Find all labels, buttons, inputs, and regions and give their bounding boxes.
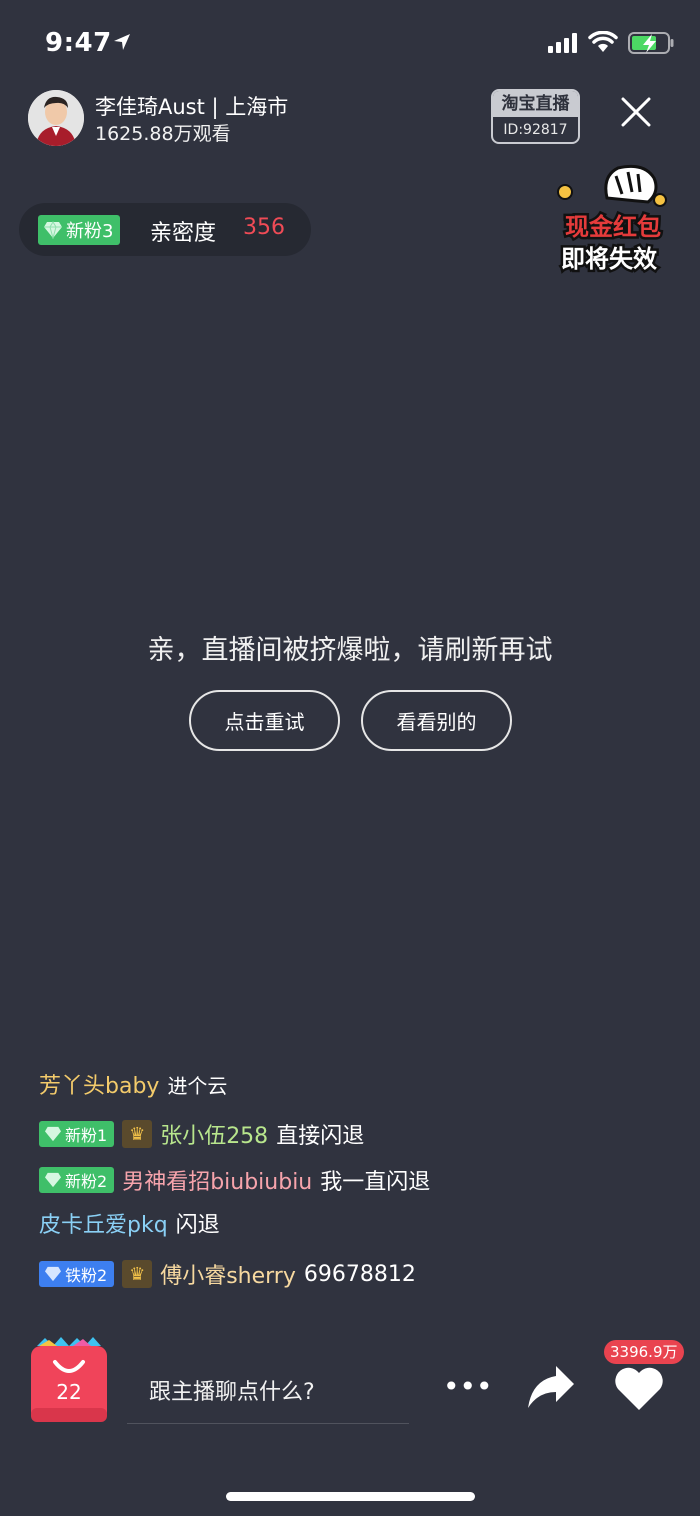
host-avatar[interactable]: [28, 90, 84, 146]
chat-text: 直接闪退: [276, 1124, 365, 1149]
chat-message: 新粉2 男神看招biubiubiu 我一直闪退: [39, 1164, 430, 1196]
close-icon[interactable]: [618, 94, 654, 130]
promo-line1: 现金红包: [565, 213, 661, 241]
intimacy-label: 亲密度: [150, 221, 217, 246]
gem-icon: [45, 1126, 61, 1142]
cash-red-envelope-promo[interactable]: 现金红包 即将失效: [552, 162, 674, 280]
gem-icon: [45, 1172, 61, 1188]
gem-icon: [45, 1266, 61, 1282]
chat-username[interactable]: 傅小睿sherry: [160, 1258, 296, 1290]
chat-text: 69678812: [303, 1261, 416, 1287]
fan-level-label: 新粉3: [66, 221, 114, 242]
fan-level-label: 铁粉2: [65, 1266, 108, 1285]
location-arrow-icon: [114, 34, 130, 50]
chat-input-placeholder: 跟主播聊点什么?: [149, 1380, 315, 1405]
avatar-image: [28, 90, 84, 146]
battery-charging-icon: [628, 32, 674, 54]
shopping-bag-icon[interactable]: 22: [29, 1336, 109, 1424]
chat-message: 皮卡丘爱pkq 闪退: [39, 1207, 220, 1239]
more-icon[interactable]: •••: [443, 1372, 493, 1402]
intimacy-value: 356: [243, 215, 285, 240]
room-id: ID:92817: [503, 122, 568, 138]
platform-badge: 淘宝直播 ID:92817: [491, 89, 580, 144]
fan-level-badge: 新粉1: [39, 1121, 115, 1147]
chat-username[interactable]: 皮卡丘爱pkq: [39, 1207, 168, 1239]
fan-level-badge: 新粉3: [38, 215, 121, 245]
chat-username[interactable]: 男神看招biubiubiu: [122, 1164, 312, 1196]
fan-level-label: 新粉2: [65, 1172, 108, 1191]
fan-level-badge: 新粉2: [39, 1167, 115, 1193]
chat-username[interactable]: 芳丫头baby: [39, 1068, 159, 1100]
browse-other-button[interactable]: 看看别的: [361, 690, 512, 751]
wifi-icon: [588, 31, 618, 52]
bag-count: 22: [56, 1380, 81, 1404]
crown-icon: ♛: [122, 1260, 153, 1288]
chat-username[interactable]: 张小伍258: [160, 1118, 268, 1150]
chat-message: 新粉1 ♛ 张小伍258 直接闪退: [39, 1118, 364, 1150]
promo-line2: 即将失效: [561, 245, 657, 273]
chat-message: 铁粉2 ♛ 傅小睿sherry 69678812: [39, 1258, 416, 1290]
chat-text: 进个云: [167, 1073, 228, 1098]
error-message: 亲，直播间被挤爆啦，请刷新再试: [147, 635, 553, 666]
crown-icon: ♛: [122, 1120, 153, 1148]
chat-message: 芳丫头baby 进个云: [39, 1068, 227, 1100]
home-indicator[interactable]: [226, 1492, 475, 1501]
chat-text: 闪退: [175, 1213, 220, 1238]
share-icon[interactable]: [526, 1364, 576, 1410]
signal-icon: [548, 33, 577, 53]
platform-name: 淘宝直播: [493, 91, 578, 117]
fan-level-label: 新粉1: [65, 1126, 108, 1145]
retry-button[interactable]: 点击重试: [189, 690, 340, 751]
chat-text: 我一直闪退: [320, 1170, 431, 1195]
heart-icon[interactable]: [613, 1366, 665, 1412]
gem-icon: [44, 221, 62, 239]
fan-level-badge: 铁粉2: [39, 1261, 115, 1287]
status-time: 9:47: [45, 28, 112, 58]
like-count: 3396.9万: [604, 1340, 684, 1364]
viewer-count: 1625.88万观看: [95, 123, 231, 145]
host-name[interactable]: 李佳琦Aust | 上海市: [95, 91, 288, 121]
